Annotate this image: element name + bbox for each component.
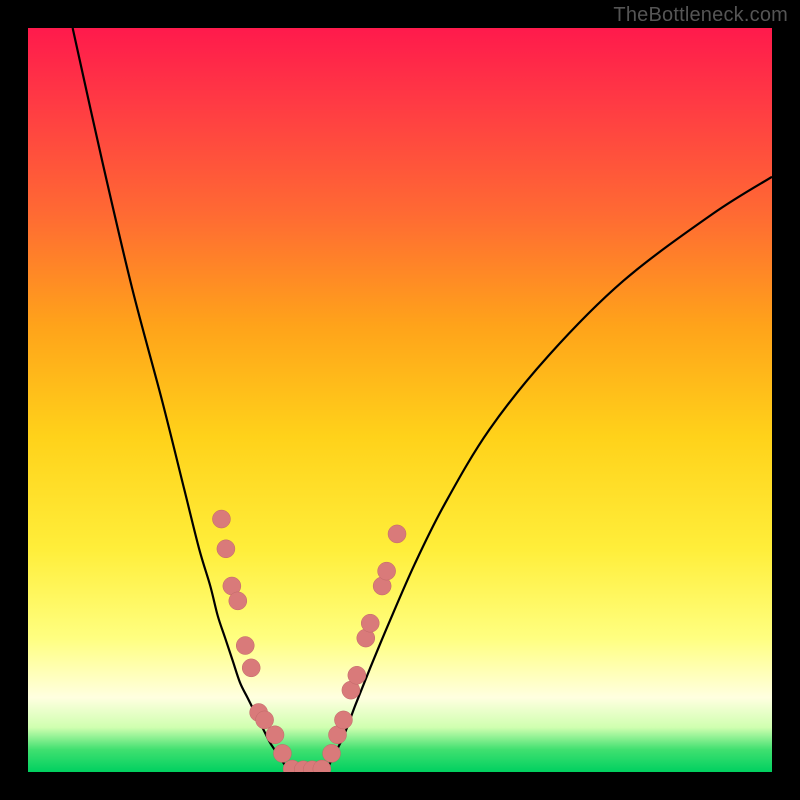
watermark-text: TheBottleneck.com	[613, 4, 788, 27]
chart-frame	[28, 28, 772, 772]
